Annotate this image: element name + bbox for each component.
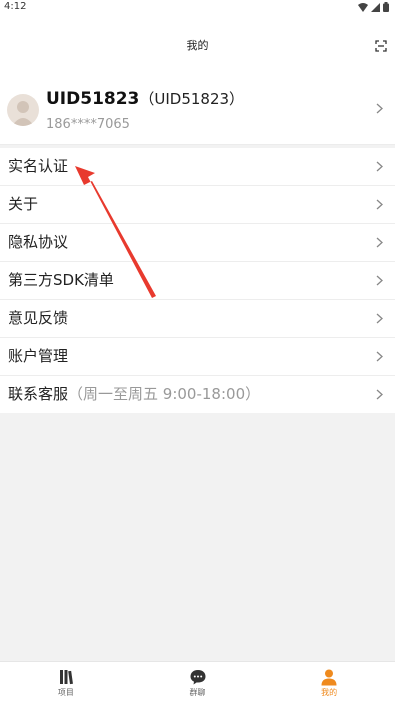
chevron-right-icon xyxy=(376,313,383,324)
tab-mine[interactable]: 我的 xyxy=(263,662,395,705)
menu-item-label: 第三方SDK清单 xyxy=(8,271,114,289)
menu-item-third-party-sdk-list[interactable]: 第三方SDK清单 xyxy=(0,262,395,300)
menu-item-label: 意见反馈 xyxy=(8,309,69,327)
support-hours: （周一至周五 9:00-18:00） xyxy=(68,385,261,403)
chevron-right-icon xyxy=(376,103,383,114)
title-bar: 我的 xyxy=(0,16,395,72)
menu-item-label: 关于 xyxy=(8,195,39,213)
chevron-right-icon xyxy=(376,161,383,172)
chevron-right-icon xyxy=(376,237,383,248)
menu-item-privacy-policy[interactable]: 隐私协议 xyxy=(0,224,395,262)
bottom-tab-bar: 项目 群聊 我的 xyxy=(0,661,395,705)
default-avatar-icon xyxy=(12,101,34,126)
avatar xyxy=(7,94,39,126)
scan-icon[interactable] xyxy=(375,40,387,52)
battery-icon xyxy=(383,2,389,12)
chevron-right-icon xyxy=(376,199,383,210)
status-time: 4:12 xyxy=(4,1,27,12)
username-name: UID51823 xyxy=(46,89,140,109)
tab-label: 群聊 xyxy=(189,688,206,697)
tab-group-chat[interactable]: 群聊 xyxy=(132,662,264,705)
chevron-right-icon xyxy=(376,275,383,286)
menu-item-feedback[interactable]: 意见反馈 xyxy=(0,300,395,338)
menu-item-label: 隐私协议 xyxy=(8,233,69,251)
chevron-right-icon xyxy=(376,351,383,362)
menu-item-label: 实名认证 xyxy=(8,157,69,175)
menu-item-account-management[interactable]: 账户管理 xyxy=(0,338,395,376)
profile-card[interactable]: UID51823（UID51823） 186****7065 xyxy=(0,72,395,145)
status-bar: 4:12 xyxy=(0,0,395,16)
tab-projects[interactable]: 项目 xyxy=(0,662,132,705)
menu-item-real-name-verification[interactable]: 实名认证 xyxy=(0,148,395,186)
tab-label: 项目 xyxy=(57,688,74,697)
menu-item-about[interactable]: 关于 xyxy=(0,186,395,224)
tab-label: 我的 xyxy=(321,688,338,697)
username-uid: （UID51823） xyxy=(139,90,245,108)
status-icons xyxy=(358,2,389,12)
phone-number: 186****7065 xyxy=(46,117,130,132)
username: UID51823（UID51823） xyxy=(46,88,244,109)
menu-item-label: 联系客服 xyxy=(8,385,69,403)
settings-menu: 实名认证 关于 隐私协议 第三方SDK清单 意见反馈 账户管理 联系客服（周一至… xyxy=(0,148,395,413)
menu-item-contact-support[interactable]: 联系客服（周一至周五 9:00-18:00） xyxy=(0,376,395,413)
menu-item-label: 账户管理 xyxy=(8,347,69,365)
page-title: 我的 xyxy=(186,39,209,52)
projects-icon xyxy=(59,670,73,685)
person-icon xyxy=(321,669,337,686)
signal-icon xyxy=(371,2,380,12)
chevron-right-icon xyxy=(376,389,383,400)
chat-icon xyxy=(190,670,205,685)
wifi-icon xyxy=(358,2,368,12)
